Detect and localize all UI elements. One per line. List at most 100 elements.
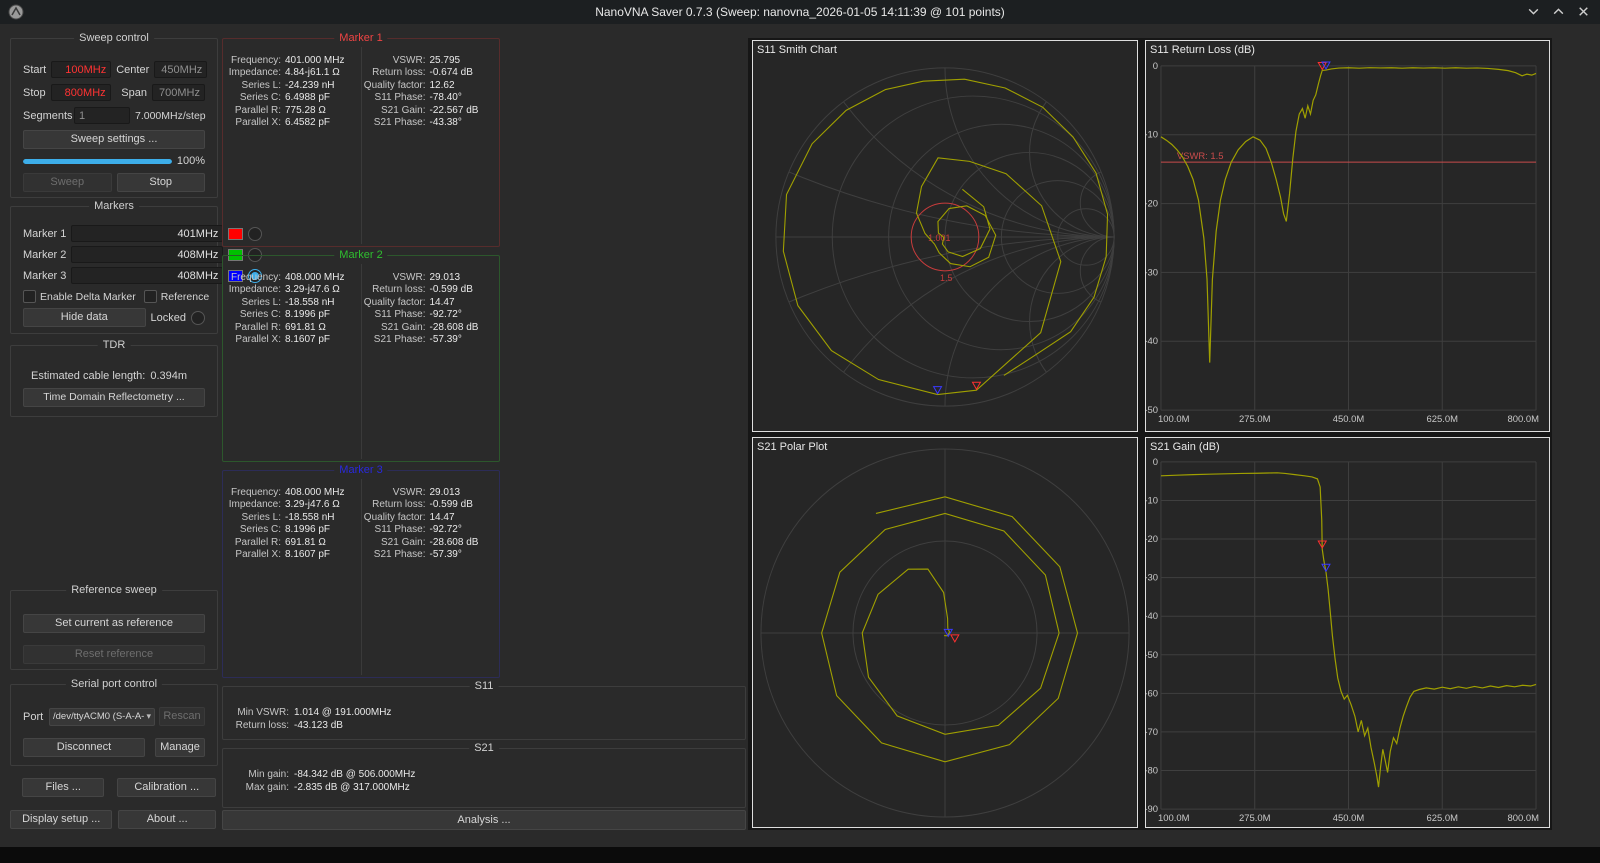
field-label: Frequency: xyxy=(230,55,281,66)
stop-label: Stop xyxy=(23,86,46,99)
reference-checkbox[interactable] xyxy=(143,290,157,303)
sweep-progress-bar xyxy=(23,158,172,164)
center-frequency-input[interactable] xyxy=(154,61,208,78)
minimize-icon[interactable] xyxy=(1527,5,1540,18)
sweep-button[interactable]: Sweep xyxy=(23,173,112,192)
enable-delta-marker-checkbox[interactable] xyxy=(23,290,36,303)
set-current-as-reference-button[interactable]: Set current as reference xyxy=(23,614,205,633)
s21-polar-plot[interactable]: S21 Polar Plot xyxy=(752,437,1138,828)
s21-gain-chart[interactable]: S21 Gain (dB) 100.0M 275.0M 450.0M 625.0M 80… xyxy=(1145,437,1550,828)
files-button[interactable]: Files ... xyxy=(22,778,105,797)
field-label: Frequency: xyxy=(230,487,281,498)
field-value: 3.29-j47.6 Ω xyxy=(285,499,340,511)
field-label: Series L: xyxy=(241,511,281,523)
field-value: -0.674 dB xyxy=(429,67,473,79)
marker-name-label: Marker 1 xyxy=(23,227,67,240)
y-tick-label: -30 xyxy=(1146,573,1158,584)
chevron-down-icon: ▾ xyxy=(146,711,151,721)
reset-reference-button[interactable]: Reset reference xyxy=(23,645,205,664)
s11-info-box: S11 Min VSWR: 1.014 @ 191.000MHz Return … xyxy=(222,680,746,740)
about-button[interactable]: About ... xyxy=(118,810,216,829)
field-label: Return loss: xyxy=(372,284,426,296)
field-value: 12.62 xyxy=(429,79,455,91)
x-tick-label: 450.0M xyxy=(1333,813,1365,824)
sweep-progress-percent: 100% xyxy=(176,155,205,167)
y-tick-label: -40 xyxy=(1146,336,1158,347)
field-value: 775.28 Ω xyxy=(285,104,326,116)
sweep-settings-button[interactable]: Sweep settings ... xyxy=(23,130,205,149)
time-domain-reflectometry-button[interactable]: Time Domain Reflectometry ... xyxy=(23,388,205,407)
marker-frequency-input[interactable] xyxy=(71,246,224,263)
y-tick-label: -20 xyxy=(1146,534,1158,545)
field-value: 8.1607 pF xyxy=(285,334,331,346)
field-label: Impedance: xyxy=(228,284,281,296)
y-tick-label: -30 xyxy=(1146,267,1158,278)
manage-button[interactable]: Manage xyxy=(155,738,205,757)
marker-box-title: Marker 3 xyxy=(334,464,388,477)
field-value: -24.239 nH xyxy=(285,79,335,91)
field-label: Impedance: xyxy=(228,67,281,79)
y-tick-label: -50 xyxy=(1146,405,1158,416)
field-label: Max gain: xyxy=(245,782,289,793)
field-label: Parallel X: xyxy=(235,334,281,346)
s11-smith-chart[interactable]: S11 Smith Chart 1.001 1.5 xyxy=(752,40,1138,432)
display-setup-button[interactable]: Display setup ... xyxy=(10,810,113,829)
s21-info-box: S21 Min gain: -84.342 dB @ 506.000MHz Ma… xyxy=(222,742,746,808)
field-value: -92.72° xyxy=(429,309,462,321)
enable-delta-marker-label: Enable Delta Marker xyxy=(40,290,136,303)
field-value: 29.013 xyxy=(429,487,461,498)
field-value: 8.1607 pF xyxy=(285,549,331,561)
start-frequency-input[interactable] xyxy=(51,61,112,78)
field-label: Frequency: xyxy=(230,272,281,283)
x-tick-label: 800.0M xyxy=(1508,414,1540,425)
s21-info-title: S21 xyxy=(469,742,499,755)
maximize-icon[interactable] xyxy=(1552,5,1565,18)
y-tick-label: -60 xyxy=(1146,688,1158,699)
x-tick-label: 100.0M xyxy=(1158,414,1190,425)
chart-title: S11 Smith Chart xyxy=(757,44,837,56)
rescan-button[interactable]: Rescan xyxy=(159,707,205,726)
field-value: 6.4988 pF xyxy=(285,92,331,104)
stop-frequency-input[interactable] xyxy=(50,84,111,101)
locked-radio[interactable] xyxy=(191,310,205,325)
calibration-button[interactable]: Calibration ... xyxy=(117,778,216,797)
field-label: Quality factor: xyxy=(363,296,426,308)
window-title: NanoVNA Saver 0.7.3 (Sweep: nanovna_2026… xyxy=(595,5,1005,19)
marker-frequency-input[interactable] xyxy=(71,225,224,242)
field-value: 29.013 xyxy=(429,272,461,283)
app-window: NanoVNA Saver 0.7.3 (Sweep: nanovna_2026… xyxy=(0,0,1600,847)
field-label: Parallel R: xyxy=(234,104,281,116)
marker-name-label: Marker 3 xyxy=(23,269,67,282)
field-value: 408.000 MHz xyxy=(285,487,345,498)
field-label: Parallel R: xyxy=(234,536,281,548)
field-value: 408.000 MHz xyxy=(285,272,345,283)
serial-port-select[interactable]: /dev/ttyACM0 (S-A-A-2) ▾ xyxy=(49,707,155,726)
x-tick-label: 625.0M xyxy=(1427,414,1459,425)
field-label: Series C: xyxy=(239,309,281,321)
y-tick-label: -10 xyxy=(1146,130,1158,141)
field-label: S21 Phase: xyxy=(373,334,426,346)
stop-sweep-button[interactable]: Stop xyxy=(116,173,205,192)
reference-label: Reference xyxy=(160,290,210,303)
field-value: 691.81 Ω xyxy=(285,536,326,548)
field-value: 4.84-j61.1 Ω xyxy=(285,67,340,79)
marker-1-detail-box: Marker 1 Frequency: 401.000 MHz Impedance: 4… xyxy=(222,32,500,247)
s11-info-title: S11 xyxy=(469,680,499,693)
disconnect-button[interactable]: Disconnect xyxy=(23,738,145,757)
x-tick-label: 100.0M xyxy=(1158,813,1190,824)
close-icon[interactable] xyxy=(1577,5,1590,18)
marker-row: Marker 1 xyxy=(23,225,263,242)
s11-return-loss-chart[interactable]: S11 Return Loss (dB) 100.0M 275.0M 450.0M 6… xyxy=(1145,40,1550,432)
field-label: S21 Gain: xyxy=(381,321,426,333)
hide-data-button[interactable]: Hide data xyxy=(23,308,146,327)
field-label: Return loss: xyxy=(235,720,289,731)
x-tick-label: 275.0M xyxy=(1239,414,1271,425)
span-frequency-input[interactable] xyxy=(152,84,205,101)
analysis-button[interactable]: Analysis ... xyxy=(222,810,746,830)
field-value: -0.599 dB xyxy=(429,284,473,296)
port-label: Port xyxy=(23,710,44,723)
field-value: -18.558 nH xyxy=(285,511,335,523)
segments-input[interactable] xyxy=(74,107,130,124)
marker-frequency-input[interactable] xyxy=(71,267,224,284)
field-label: Parallel X: xyxy=(235,117,281,129)
